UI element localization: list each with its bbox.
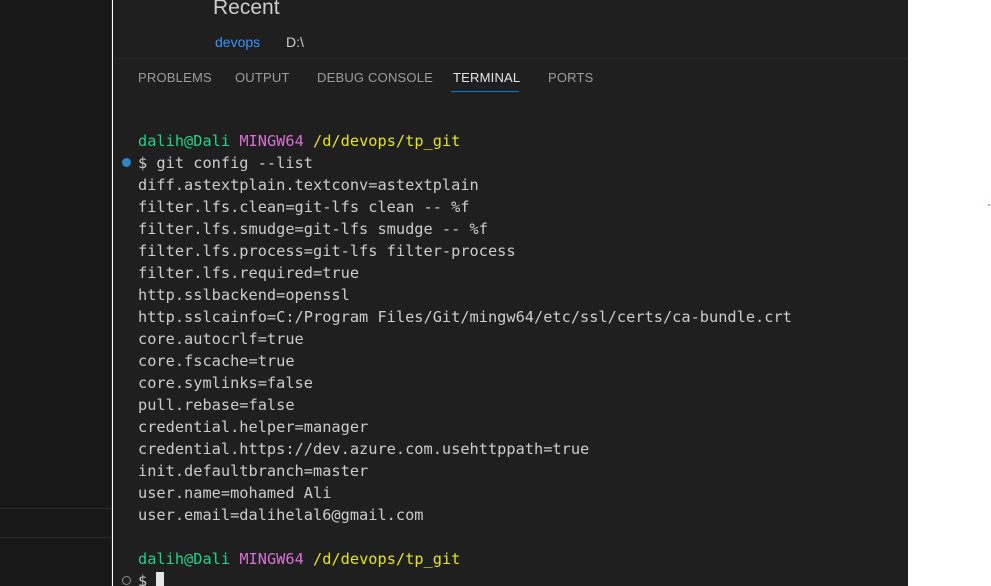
recent-heading: Recent	[213, 0, 280, 19]
panel-tab-bar: PROBLEMS OUTPUT DEBUG CONSOLE TERMINAL P…	[113, 60, 908, 96]
sidebar-divider	[0, 508, 112, 509]
tab-problems[interactable]: PROBLEMS	[138, 70, 212, 86]
recent-item-devops-link[interactable]: devops	[215, 32, 260, 52]
vscode-window: Recent devops D:\ PROBLEMS OUTPUT DEBUG …	[0, 0, 991, 586]
command-decoration-empty-icon[interactable]	[122, 576, 131, 585]
terminal-output-line: filter.lfs.process=git-lfs filter-proces…	[138, 242, 516, 260]
terminal-prompt-line: dalih@Dali MINGW64 /d/devops/tp_git	[113, 548, 908, 570]
terminal-output-line: init.defaultbranch=master	[138, 462, 369, 480]
sidebar-divider	[0, 537, 112, 538]
main-area: Recent devops D:\ PROBLEMS OUTPUT DEBUG …	[113, 0, 908, 586]
prompt-shell: MINGW64	[239, 132, 304, 150]
terminal-output-line: core.symlinks=false	[138, 374, 313, 392]
terminal-output-lines: diff.astextplain.textconv=astextplain fil…	[113, 174, 908, 526]
terminal-prompt-line: dalih@Dali MINGW64 /d/devops/tp_git	[113, 130, 908, 152]
tab-debug-console[interactable]: DEBUG CONSOLE	[317, 70, 433, 86]
terminal-output-line: core.fscache=true	[138, 352, 295, 370]
prompt-cwd: /d/devops/tp_git	[313, 550, 461, 568]
left-sidebar	[0, 0, 112, 586]
terminal-command-line: $ git config --list	[113, 152, 908, 174]
blank-area	[908, 0, 991, 586]
tab-ports[interactable]: PORTS	[548, 70, 594, 86]
input-prompt-symbol: $	[138, 572, 157, 586]
command-decoration-icon[interactable]	[122, 158, 131, 167]
prompt-user-host: dalih@Dali	[138, 132, 231, 150]
stray-mark	[988, 204, 990, 206]
terminal-output-line: user.email=dalihelal6@gmail.com	[138, 506, 424, 524]
tab-output[interactable]: OUTPUT	[235, 70, 290, 86]
active-tab-indicator	[451, 91, 519, 92]
terminal-output-line: diff.astextplain.textconv=astextplain	[138, 176, 479, 194]
terminal-output-line: credential.helper=manager	[138, 418, 369, 436]
terminal-output-line: pull.rebase=false	[138, 396, 295, 414]
terminal-output[interactable]: dalih@Dali MINGW64 /d/devops/tp_git $ gi…	[113, 130, 908, 586]
terminal-input-line[interactable]: $	[113, 570, 908, 586]
terminal-output-line: filter.lfs.clean=git-lfs clean -- %f	[138, 198, 470, 216]
terminal-output-line: user.name=mohamed Ali	[138, 484, 332, 502]
terminal-cursor	[156, 572, 165, 586]
welcome-page: Recent devops D:\	[113, 0, 908, 59]
terminal-output-line: credential.https://dev.azure.com.usehttp…	[138, 440, 590, 458]
recent-item-devops-path: D:\	[286, 34, 304, 50]
command-text: $ git config --list	[138, 154, 313, 172]
terminal-output-line: filter.lfs.required=true	[138, 264, 360, 282]
tab-terminal[interactable]: TERMINAL	[453, 70, 520, 86]
prompt-cwd: /d/devops/tp_git	[313, 132, 461, 150]
terminal-output-line: http.sslbackend=openssl	[138, 286, 350, 304]
prompt-shell: MINGW64	[239, 550, 304, 568]
terminal-output-line: filter.lfs.smudge=git-lfs smudge -- %f	[138, 220, 488, 238]
prompt-user-host: dalih@Dali	[138, 550, 231, 568]
terminal-output-line: core.autocrlf=true	[138, 330, 304, 348]
terminal-output-line: http.sslcainfo=C:/Program Files/Git/ming…	[138, 308, 792, 326]
